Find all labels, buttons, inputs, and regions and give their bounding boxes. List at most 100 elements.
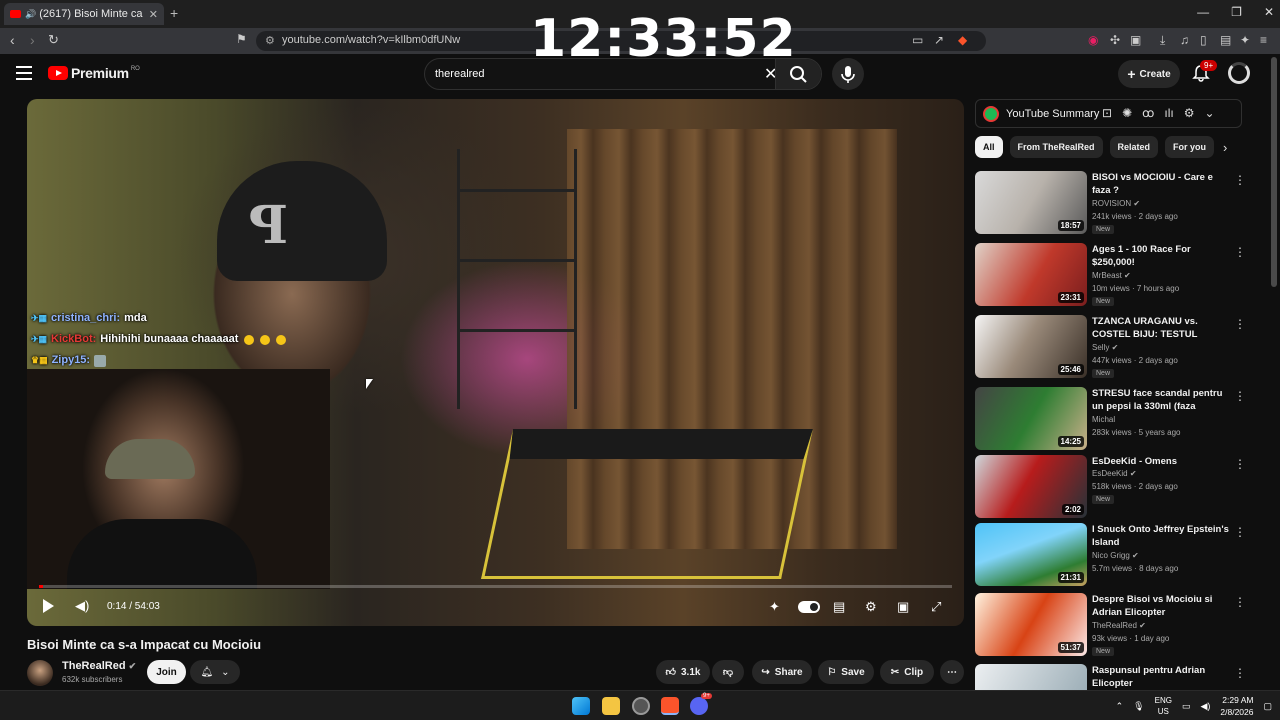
reload-icon[interactable]: ↻	[48, 32, 59, 48]
chip-related[interactable]: Related	[1109, 136, 1159, 158]
discord-icon[interactable]	[690, 697, 708, 715]
volume-icon[interactable]: ◀)	[75, 598, 89, 614]
dislike-button[interactable]: 👎︎	[712, 660, 744, 684]
chip-all[interactable]: All	[975, 136, 1003, 158]
close-tab-icon[interactable]: ✕	[149, 8, 158, 21]
recommended-video[interactable]: 51:37 Despre Bisoi vs Mocioiu si Adrian …	[975, 593, 1265, 659]
close-window-icon[interactable]: ✕	[1264, 5, 1274, 19]
browser-tab[interactable]: 🔊 (2617) Bisoi Minte ca s-a Imp ✕	[4, 3, 164, 25]
app-icon[interactable]	[632, 697, 650, 715]
chevron-right-icon[interactable]: ›	[1223, 140, 1227, 155]
bookmark-icon[interactable]: ⚑	[236, 32, 247, 46]
recommended-video[interactable]: 21:31 I Snuck Onto Jeffrey Epstein's Isl…	[975, 523, 1265, 589]
youtube-logo[interactable]: Premium RO	[48, 65, 140, 81]
miniplayer-icon[interactable]: ▣	[897, 599, 909, 615]
voice-search-button[interactable]	[832, 58, 864, 90]
video-thumbnail[interactable]: 25:46	[975, 315, 1087, 378]
wallet-icon[interactable]: ▤	[1220, 33, 1231, 47]
rec-title[interactable]: TZANCA URAGANU vs. COSTEL BIJU: TESTUL P…	[1092, 315, 1232, 341]
brave-shield-icon[interactable]: ◆	[958, 33, 967, 47]
cast-icon[interactable]: ▭	[912, 33, 923, 47]
rec-title[interactable]: Raspunsul pentru Adrian Elicopter	[1092, 664, 1232, 690]
site-info-icon[interactable]: ⚙	[265, 34, 275, 47]
back-icon[interactable]: ‹	[10, 32, 15, 48]
more-options-icon[interactable]: ⋮	[1234, 245, 1246, 259]
microphone-tray-icon[interactable]: 🎙︎	[1133, 701, 1144, 712]
leo-icon[interactable]: ✦	[1240, 33, 1250, 47]
youtube-summary-panel[interactable]: YouTube Summary ⊡ ✺ ꝏ ılı ⚙ ⌄	[975, 99, 1242, 128]
chevron-up-icon[interactable]: ⌃	[1116, 701, 1124, 712]
recommended-video[interactable]: Raspunsul pentru Adrian Elicopter ⋮	[975, 664, 1265, 690]
settings-icon[interactable]: ⚙	[865, 599, 877, 615]
channel-name[interactable]: TheRealRed ✔	[62, 660, 136, 672]
minimize-icon[interactable]: —	[1197, 5, 1209, 19]
network-icon[interactable]: ▭	[1182, 701, 1191, 712]
video-thumbnail[interactable]: 21:31	[975, 523, 1087, 586]
glasses-icon[interactable]: ꝏ	[1142, 106, 1154, 120]
page-scrollbar[interactable]	[1271, 57, 1277, 287]
recommended-video[interactable]: 25:46 TZANCA URAGANU vs. COSTEL BIJU: TE…	[975, 315, 1265, 381]
share-page-icon[interactable]: ↗	[934, 33, 944, 47]
recommended-video[interactable]: 18:57 BISOI vs MOCIOIU - Care e faza ? R…	[975, 171, 1265, 237]
ai-sparkle-icon[interactable]: ✦	[769, 599, 780, 615]
openai-icon[interactable]: ✺	[1122, 106, 1132, 120]
more-options-icon[interactable]: ⋮	[1234, 666, 1246, 680]
rec-title[interactable]: STRESU face scandal pentru un pepsi la 3…	[1092, 387, 1232, 413]
more-options-icon[interactable]: ⋮	[1234, 389, 1246, 403]
subscription-bell-button[interactable]: 🔔︎ ⌄	[190, 660, 240, 684]
like-button[interactable]: 👍︎ 3.1k	[656, 660, 710, 684]
reading-list-icon[interactable]: ▣	[1130, 33, 1141, 47]
rec-title[interactable]: EsDeeKid - Omens	[1092, 455, 1232, 468]
sidebar-icon[interactable]: ▯	[1200, 33, 1207, 47]
video-thumbnail[interactable]: 23:31	[975, 243, 1087, 306]
extensions-icon[interactable]: ✣	[1110, 33, 1120, 47]
recommended-video[interactable]: 2:02 EsDeeKid - Omens EsDeeKid ✔ 518k vi…	[975, 455, 1265, 521]
rec-title[interactable]: Despre Bisoi vs Mocioiu si Adrian Elicop…	[1092, 593, 1232, 619]
tray-clock[interactable]: 2:29 AM 2/8/2026	[1220, 694, 1253, 718]
chevron-down-icon[interactable]: ⌄	[1204, 106, 1214, 120]
more-options-icon[interactable]: ⋮	[1234, 317, 1246, 331]
more-actions-button[interactable]: ⋯	[940, 660, 964, 684]
rec-title[interactable]: BISOI vs MOCIOIU - Care e faza ?	[1092, 171, 1232, 197]
chip-for-you[interactable]: For you	[1165, 136, 1215, 158]
fullscreen-icon[interactable]: ⤢	[931, 599, 941, 615]
video-icon[interactable]: ⊡	[1102, 106, 1112, 120]
forward-icon[interactable]: ›	[30, 32, 35, 48]
download-icon[interactable]: ⤓	[1160, 33, 1165, 48]
account-avatar[interactable]	[1228, 62, 1250, 84]
video-player[interactable]: ꟼ ✈▦ cristina_chri: mda ✈▦ KickBot: Hihi…	[27, 99, 964, 626]
language-indicator[interactable]: ENG US	[1155, 695, 1172, 717]
more-options-icon[interactable]: ⋮	[1234, 595, 1246, 609]
notifications-tray-icon[interactable]: ▢	[1263, 701, 1272, 712]
audio-wave-icon[interactable]: ılı	[1164, 106, 1173, 120]
more-options-icon[interactable]: ⋮	[1234, 525, 1246, 539]
brave-browser-icon[interactable]	[661, 697, 679, 715]
subtitles-icon[interactable]: ▤	[833, 599, 845, 615]
rec-title[interactable]: Ages 1 - 100 Race For $250,000!	[1092, 243, 1232, 269]
file-explorer-icon[interactable]	[602, 697, 620, 715]
settings-icon[interactable]: ⚙	[1184, 106, 1195, 120]
video-thumbnail[interactable]: 51:37	[975, 593, 1087, 656]
chip-from-channel[interactable]: From TheRealRed	[1009, 136, 1103, 158]
search-input[interactable]: therealred	[435, 68, 485, 80]
recommended-video[interactable]: 14:25 STRESU face scandal pentru un peps…	[975, 387, 1265, 453]
more-options-icon[interactable]: ⋮	[1234, 457, 1246, 471]
video-thumbnail[interactable]	[975, 664, 1087, 690]
channel-avatar[interactable]	[27, 660, 53, 686]
new-tab-button[interactable]: +	[170, 5, 178, 21]
menu-icon[interactable]: ≡	[1260, 33, 1267, 47]
hamburger-menu-icon[interactable]	[16, 66, 32, 80]
recommended-video[interactable]: 23:31 Ages 1 - 100 Race For $250,000! Mr…	[975, 243, 1265, 309]
media-icon[interactable]: ♫	[1180, 33, 1189, 47]
autoplay-toggle[interactable]	[798, 601, 820, 613]
restore-icon[interactable]: ❐	[1231, 5, 1242, 19]
video-thumbnail[interactable]: 2:02	[975, 455, 1087, 518]
play-icon[interactable]	[43, 599, 54, 613]
extension-shield-icon[interactable]: ◉	[1088, 33, 1098, 47]
rec-title[interactable]: I Snuck Onto Jeffrey Epstein's Island	[1092, 523, 1232, 549]
more-options-icon[interactable]: ⋮	[1234, 173, 1246, 187]
volume-tray-icon[interactable]: ◀)	[1200, 701, 1210, 712]
create-button[interactable]: + Create	[1118, 60, 1180, 88]
video-thumbnail[interactable]: 18:57	[975, 171, 1087, 234]
progress-bar[interactable]	[39, 585, 952, 588]
